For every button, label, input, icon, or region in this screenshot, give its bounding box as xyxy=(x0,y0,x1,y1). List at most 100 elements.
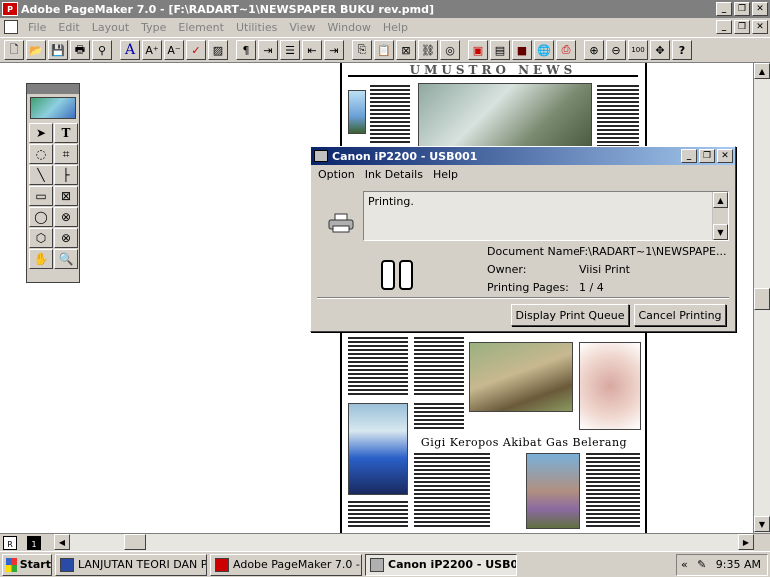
save-icon[interactable]: 💾 xyxy=(48,40,68,60)
pdf-icon[interactable]: ⎙ xyxy=(556,40,576,60)
font-icon[interactable]: A xyxy=(120,40,140,60)
status-scroll-down-button[interactable]: ▼ xyxy=(713,224,728,240)
hand-tool-icon[interactable]: ✋ xyxy=(29,249,53,269)
tray-pen-icon[interactable]: ✎ xyxy=(697,558,706,571)
doc-minimize-button[interactable]: _ xyxy=(716,20,732,34)
menu-ink-details[interactable]: Ink Details xyxy=(360,168,428,181)
ellipse-tool-icon[interactable]: ◯ xyxy=(29,207,53,227)
menu-help[interactable]: Help xyxy=(377,21,414,34)
minimize-button[interactable]: _ xyxy=(716,2,732,16)
print-icon[interactable]: 🖶 xyxy=(70,40,90,60)
picture-icon[interactable]: ▤ xyxy=(490,40,510,60)
frame-icon[interactable]: ⊠ xyxy=(396,40,416,60)
constrained-line-tool-icon[interactable]: ├ xyxy=(54,165,78,185)
indent-right-icon[interactable]: ⇥ xyxy=(324,40,344,60)
indent-left-icon[interactable]: ⇤ xyxy=(302,40,322,60)
photo-girl[interactable] xyxy=(348,90,366,134)
color-swatch[interactable] xyxy=(30,97,76,119)
toolbox-palette[interactable]: ➤ T ◌ ⌗ ╲ ├ ▭ ⊠ ◯ ⊗ ⬡ ⊗ ✋ 🔍 xyxy=(26,83,80,283)
document-icon[interactable] xyxy=(4,20,18,34)
polygon-frame-tool-icon[interactable]: ⊗ xyxy=(54,228,78,248)
pagemaker-icon[interactable]: P xyxy=(2,2,18,16)
status-scrollbar[interactable]: ▲ ▼ xyxy=(712,192,728,240)
link-icon[interactable]: ⛓ xyxy=(418,40,438,60)
clock[interactable]: 9:35 AM xyxy=(716,558,761,571)
crop-tool-icon[interactable]: ⌗ xyxy=(54,144,78,164)
ellipse-frame-tool-icon[interactable]: ⊗ xyxy=(54,207,78,227)
zoom-tool-icon[interactable]: 🔍 xyxy=(54,249,78,269)
taskbar-word-document[interactable]: LANJUTAN TEORI DAN P... xyxy=(55,553,207,576)
find-icon[interactable]: ⚲ xyxy=(92,40,112,60)
style-icon[interactable]: ▨ xyxy=(208,40,228,60)
taskbar-printer[interactable]: Canon iP2200 - USB001 xyxy=(365,553,517,576)
pointer-tool-icon[interactable]: ➤ xyxy=(29,123,53,143)
bullets-icon[interactable]: ☰ xyxy=(280,40,300,60)
polygon-tool-icon[interactable]: ⬡ xyxy=(29,228,53,248)
page-1-icon[interactable]: 1 xyxy=(27,536,41,550)
menu-edit[interactable]: Edit xyxy=(52,21,85,34)
font-size-down-icon[interactable]: A⁻ xyxy=(164,40,184,60)
copy-icon[interactable]: ⎘ xyxy=(352,40,372,60)
master-page-icon[interactable]: R xyxy=(3,536,17,550)
rotate-tool-icon[interactable]: ◌ xyxy=(29,144,53,164)
photo-map[interactable] xyxy=(579,342,641,430)
dialog-minimize-button[interactable]: _ xyxy=(681,149,697,163)
restore-button[interactable]: ❐ xyxy=(734,2,750,16)
vertical-scroll-thumb[interactable] xyxy=(754,288,770,310)
zoom-out-icon[interactable]: ⊖ xyxy=(606,40,626,60)
globe-icon[interactable]: 🌐 xyxy=(534,40,554,60)
text-tool-icon[interactable]: T xyxy=(54,123,78,143)
menu-layout[interactable]: Layout xyxy=(86,21,135,34)
menu-file[interactable]: File xyxy=(22,21,52,34)
menu-view[interactable]: View xyxy=(283,21,321,34)
paste-icon[interactable]: 📋 xyxy=(374,40,394,60)
spellcheck-icon[interactable]: ✓ xyxy=(186,40,206,60)
menu-type[interactable]: Type xyxy=(135,21,172,34)
cancel-printing-button[interactable]: Cancel Printing xyxy=(634,304,726,326)
fit-page-icon[interactable]: ✥ xyxy=(650,40,670,60)
close-button[interactable]: ✕ xyxy=(752,2,768,16)
line-tool-icon[interactable]: ╲ xyxy=(29,165,53,185)
taskbar-pagemaker[interactable]: Adobe PageMaker 7.0 - [... xyxy=(210,553,362,576)
open-icon[interactable]: 📂 xyxy=(26,40,46,60)
photo-students[interactable] xyxy=(418,83,592,149)
horizontal-scroll-thumb[interactable] xyxy=(124,534,146,550)
zoom-in-icon[interactable]: ⊕ xyxy=(584,40,604,60)
doc-restore-button[interactable]: ❐ xyxy=(734,20,750,34)
menu-dialog-help[interactable]: Help xyxy=(428,168,463,181)
menu-utilities[interactable]: Utilities xyxy=(230,21,283,34)
toolbox-titlebar[interactable] xyxy=(27,84,79,94)
text-wrap-icon[interactable]: ⇥ xyxy=(258,40,278,60)
mask-icon[interactable]: ◎ xyxy=(440,40,460,60)
photo-site[interactable] xyxy=(469,342,573,412)
display-print-queue-button[interactable]: Display Print Queue xyxy=(511,304,629,326)
tray-expand-icon[interactable]: « xyxy=(681,558,688,571)
scroll-right-button[interactable]: ▶ xyxy=(738,534,754,550)
dialog-maximize-button[interactable]: ❐ xyxy=(699,149,715,163)
scroll-down-button[interactable]: ▼ xyxy=(754,516,770,532)
photo-group[interactable] xyxy=(348,403,408,495)
printer-status-dialog[interactable]: Canon iP2200 - USB001 _ ❐ ✕ Option Ink D… xyxy=(310,146,736,332)
image-icon[interactable]: ▣ xyxy=(468,40,488,60)
menu-element[interactable]: Element xyxy=(172,21,230,34)
color-icon[interactable]: ■ xyxy=(512,40,532,60)
vertical-scrollbar[interactable]: ▲ ▼ xyxy=(753,63,770,533)
rectangle-frame-tool-icon[interactable]: ⊠ xyxy=(54,186,78,206)
font-size-up-icon[interactable]: A⁺ xyxy=(142,40,162,60)
new-icon[interactable]: 🗋 xyxy=(4,40,24,60)
doc-close-button[interactable]: ✕ xyxy=(752,20,768,34)
menu-option[interactable]: Option xyxy=(313,168,360,181)
status-scroll-up-button[interactable]: ▲ xyxy=(713,192,728,208)
dialog-close-button[interactable]: ✕ xyxy=(717,149,733,163)
app-titlebar[interactable]: P Adobe PageMaker 7.0 - [F:\RADART~1\NEW… xyxy=(0,0,770,18)
dialog-titlebar[interactable]: Canon iP2200 - USB001 _ ❐ ✕ xyxy=(311,147,735,165)
rectangle-tool-icon[interactable]: ▭ xyxy=(29,186,53,206)
photo-hiker[interactable] xyxy=(526,453,580,529)
help-icon[interactable]: ? xyxy=(672,40,692,60)
menu-window[interactable]: Window xyxy=(321,21,376,34)
scroll-left-button[interactable]: ◀ xyxy=(54,534,70,550)
horizontal-scrollbar[interactable]: ◀ ▶ xyxy=(54,534,754,551)
paragraph-icon[interactable]: ¶ xyxy=(236,40,256,60)
actual-size-icon[interactable]: 100 xyxy=(628,40,648,60)
start-button[interactable]: Start xyxy=(2,553,52,576)
